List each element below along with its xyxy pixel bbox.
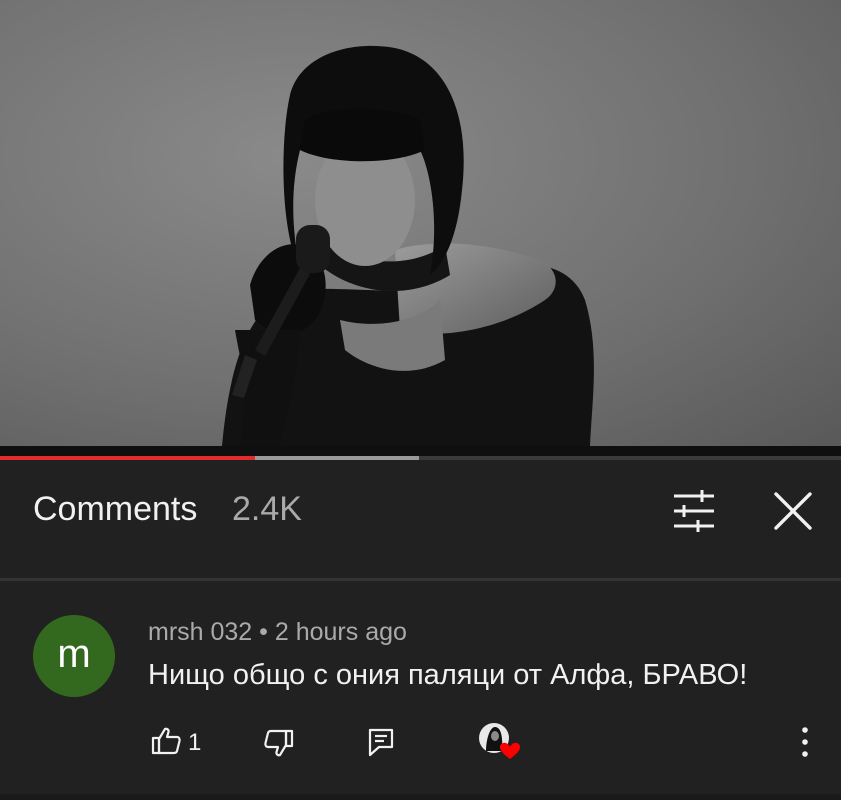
comments-header: Comments 2.4K — [0, 460, 841, 562]
like-count: 1 — [188, 729, 202, 756]
video-player[interactable] — [0, 0, 841, 446]
video-frame — [0, 0, 841, 446]
reply-icon — [368, 728, 394, 757]
comments-title: Comments — [33, 490, 198, 528]
bottom-divider — [0, 794, 841, 800]
close-button[interactable] — [770, 488, 816, 534]
thumb-up-icon — [151, 727, 181, 755]
creator-heart-icon — [479, 723, 520, 759]
comment-meta: mrsh 032 • 2 hours ago — [148, 618, 407, 646]
reply-button[interactable] — [367, 727, 395, 757]
comment-actions: 1 — [0, 721, 841, 767]
close-icon — [774, 492, 812, 530]
comment-item: m mrsh 032 • 2 hours ago Нищо общо с они… — [0, 581, 841, 800]
filter-button[interactable] — [670, 488, 718, 534]
comment-text: Нищо общо с ония паляци от Алфа, БРАВО! — [148, 659, 748, 691]
creator-heart-badge — [478, 721, 524, 765]
dislike-button[interactable] — [263, 727, 295, 759]
avatar[interactable]: m — [33, 615, 115, 697]
filter-sliders-icon — [674, 490, 714, 532]
more-options-button[interactable] — [796, 725, 814, 759]
more-vertical-icon — [802, 727, 808, 757]
thumb-down-icon — [264, 729, 294, 757]
comments-count: 2.4K — [232, 490, 302, 528]
video-progress-bar[interactable] — [0, 446, 841, 460]
like-button[interactable] — [150, 725, 182, 757]
